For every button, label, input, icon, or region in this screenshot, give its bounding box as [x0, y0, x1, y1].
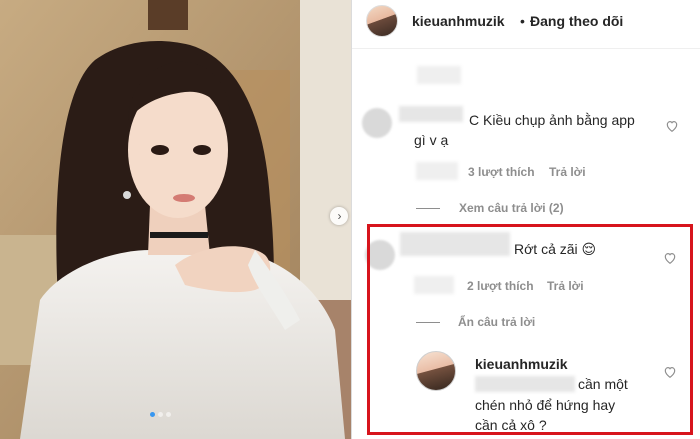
- highlight-box: [367, 224, 693, 435]
- post-photo-illustration: [0, 0, 351, 439]
- carousel-dot: [158, 412, 163, 417]
- reply-button[interactable]: Trả lời: [549, 165, 586, 179]
- comment-text-line: C Kiều chụp ảnh bằng app: [469, 112, 635, 128]
- carousel-dot: [166, 412, 171, 417]
- header-username[interactable]: kieuanhmuzik: [412, 13, 505, 29]
- header-avatar[interactable]: [366, 5, 398, 37]
- carousel-next-button[interactable]: ›: [330, 207, 348, 225]
- header-separator: •: [520, 13, 525, 29]
- blurred-username: [399, 106, 463, 122]
- carousel-dot: [150, 412, 155, 417]
- blurred-snippet: [417, 66, 461, 84]
- comment-avatar[interactable]: [362, 108, 392, 138]
- view-replies-button[interactable]: Xem câu trả lời (2): [459, 201, 564, 215]
- comment-likes[interactable]: 3 lượt thích: [468, 165, 535, 179]
- chevron-right-icon: ›: [337, 209, 342, 223]
- blurred-date: [416, 162, 458, 180]
- like-heart-icon[interactable]: [665, 119, 679, 133]
- carousel-dots: [150, 412, 171, 417]
- replies-line: [416, 208, 440, 209]
- post-header: kieuanhmuzik • Đang theo dõi: [352, 0, 700, 49]
- post-photo: [0, 0, 351, 439]
- follow-status-button[interactable]: Đang theo dõi: [530, 13, 623, 29]
- comment-text-line: gì v ạ: [414, 132, 449, 148]
